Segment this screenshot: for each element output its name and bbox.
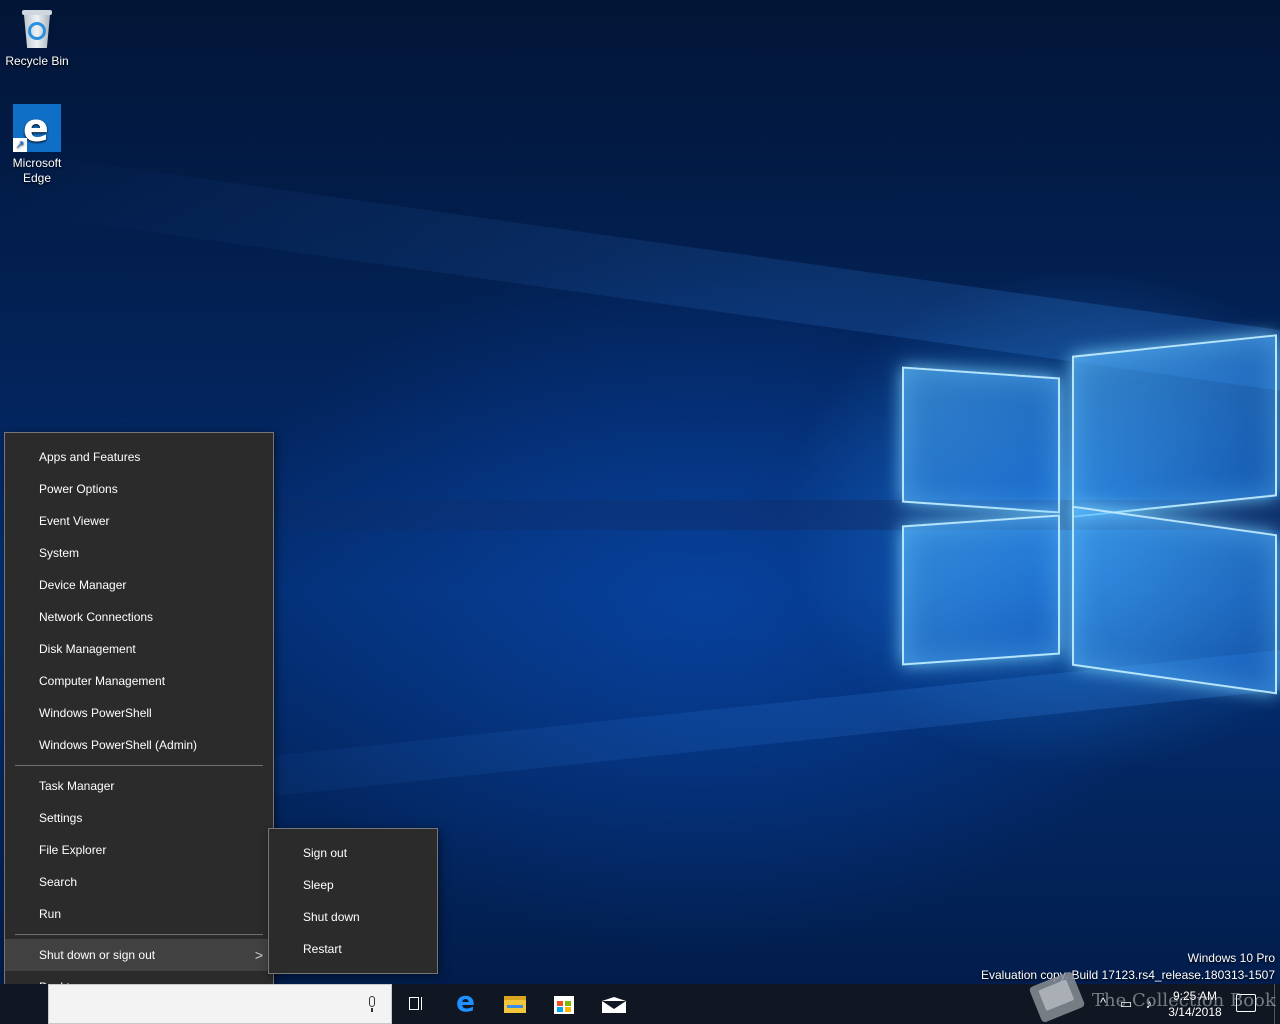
submenu-item-sign-out[interactable]: Sign out [269,837,437,869]
desktop-icon-label: Microsoft Edge [12,156,62,185]
menu-item-settings[interactable]: Settings [5,802,273,834]
edge-icon[interactable]: e [442,984,490,1024]
menu-item-computer-management[interactable]: Computer Management [5,665,273,697]
menu-item-network-connections[interactable]: Network Connections [5,601,273,633]
store-icon[interactable] [540,984,588,1024]
edge-icon: e ↗ [13,104,61,152]
submenu-item-shut-down[interactable]: Shut down [269,901,437,933]
windows-logo-pane [902,366,1060,514]
menu-separator [15,934,263,935]
desktop-icon-edge[interactable]: e ↗ Microsoft Edge [0,104,74,186]
shutdown-submenu: Sign out Sleep Shut down Restart [268,828,438,974]
desktop-icon-recycle-bin[interactable]: Recycle Bin [0,6,74,69]
menu-item-system[interactable]: System [5,537,273,569]
file-explorer-icon[interactable] [490,984,538,1024]
brand-text: The Collection Book [1092,990,1276,1011]
search-input[interactable] [105,995,345,1015]
menu-item-device-manager[interactable]: Device Manager [5,569,273,601]
menu-item-task-manager[interactable]: Task Manager [5,770,273,802]
microphone-icon[interactable] [367,996,377,1013]
taskbar-search-box[interactable] [48,984,392,1024]
menu-item-search[interactable]: Search [5,866,273,898]
menu-separator [15,765,263,766]
menu-item-power-options[interactable]: Power Options [5,473,273,505]
menu-item-label: Shut down or sign out [39,948,156,962]
brand-watermark-overlay: The Collection Book [1028,970,1276,1024]
mail-icon[interactable] [590,984,638,1024]
menu-item-windows-powershell-admin[interactable]: Windows PowerShell (Admin) [5,729,273,761]
desktop-icon-label: Recycle Bin [5,54,69,68]
shortcut-arrow-icon: ↗ [13,138,27,152]
menu-item-file-explorer[interactable]: File Explorer [5,834,273,866]
windows-logo-pane [1072,505,1277,695]
menu-item-event-viewer[interactable]: Event Viewer [5,505,273,537]
windows-logo-pane [1072,334,1277,518]
edition-text: Windows 10 Pro [1187,951,1275,965]
submenu-item-sleep[interactable]: Sleep [269,869,437,901]
winx-context-menu: Apps and Features Power Options Event Vi… [4,432,274,1010]
recycle-bin-icon [19,6,55,50]
menu-item-run[interactable]: Run [5,898,273,930]
chevron-right-icon: > [254,947,263,963]
menu-item-apps-and-features[interactable]: Apps and Features [5,441,273,473]
task-view-icon[interactable] [392,984,440,1024]
menu-item-disk-management[interactable]: Disk Management [5,633,273,665]
book-logo-icon [1028,970,1086,1024]
menu-item-windows-powershell[interactable]: Windows PowerShell [5,697,273,729]
menu-item-shut-down-or-sign-out[interactable]: Shut down or sign out > [5,939,273,971]
submenu-item-restart[interactable]: Restart [269,933,437,965]
windows-logo-pane [902,514,1060,666]
